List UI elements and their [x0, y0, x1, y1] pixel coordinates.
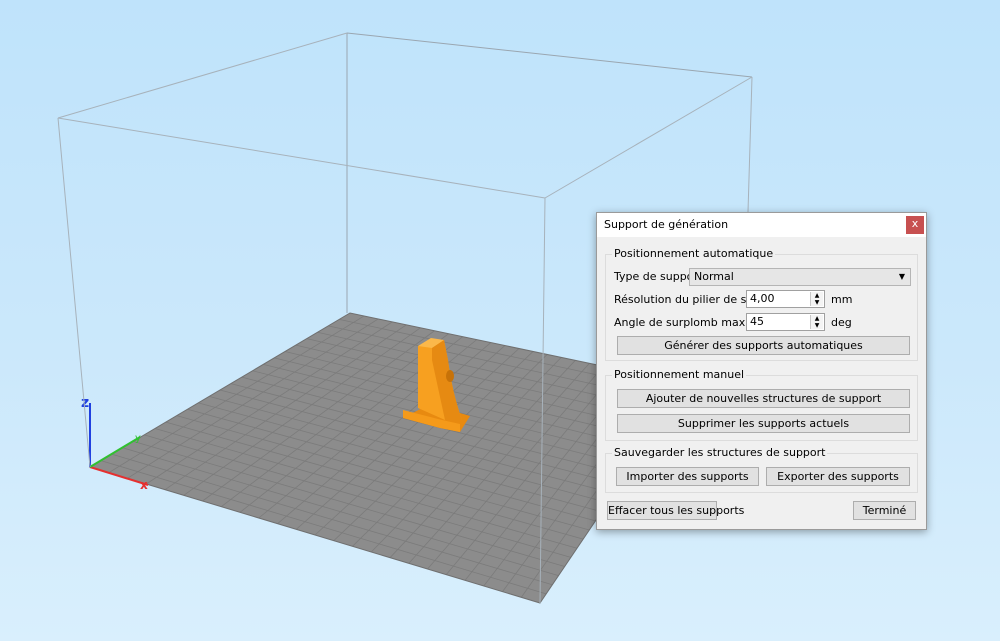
- auto-positioning-group: Positionnement automatique Type de suppo…: [605, 247, 918, 361]
- import-supports-button[interactable]: Importer des supports: [616, 467, 759, 486]
- pillar-resolution-input[interactable]: 4,00 ▲ ▼: [746, 290, 825, 308]
- done-button[interactable]: Terminé: [853, 501, 916, 520]
- auto-positioning-title: Positionnement automatique: [612, 247, 776, 260]
- overhang-angle-input[interactable]: 45 ▲ ▼: [746, 313, 825, 331]
- overhang-angle-value: 45: [750, 315, 764, 328]
- export-supports-button[interactable]: Exporter des supports: [766, 467, 910, 486]
- pillar-resolution-unit: mm: [831, 293, 853, 306]
- dialog-title: Support de génération: [604, 218, 729, 231]
- svg-text:x: x: [140, 478, 148, 492]
- pillar-resolution-value: 4,00: [750, 292, 775, 305]
- save-structures-title: Sauvegarder les structures de support: [612, 446, 828, 459]
- svg-text:y: y: [135, 433, 141, 444]
- support-type-value: Normal: [694, 270, 734, 283]
- remove-current-supports-button[interactable]: Supprimer les supports actuels: [617, 414, 910, 433]
- add-support-structures-button[interactable]: Ajouter de nouvelles structures de suppo…: [617, 389, 910, 408]
- generate-auto-supports-button[interactable]: Générer des supports automatiques: [617, 336, 910, 355]
- close-button[interactable]: x: [906, 216, 924, 234]
- spin-up-icon[interactable]: ▲: [811, 292, 823, 299]
- save-structures-group: Sauvegarder les structures de support Im…: [605, 446, 918, 493]
- spin-down-icon[interactable]: ▼: [811, 322, 823, 329]
- chevron-down-icon: ▼: [898, 272, 905, 281]
- manual-positioning-group: Positionnement manuel Ajouter de nouvell…: [605, 368, 918, 441]
- clear-all-supports-button[interactable]: Effacer tous les supports: [607, 501, 744, 520]
- dialog-titlebar[interactable]: Support de génération x: [597, 213, 926, 237]
- spin-up-icon[interactable]: ▲: [811, 315, 823, 322]
- spin-down-icon[interactable]: ▼: [811, 299, 823, 306]
- support-type-select[interactable]: Normal ▼: [689, 268, 911, 286]
- support-generation-dialog: Support de génération x Positionnement a…: [596, 212, 927, 530]
- overhang-angle-unit: deg: [831, 316, 852, 329]
- manual-positioning-title: Positionnement manuel: [612, 368, 747, 381]
